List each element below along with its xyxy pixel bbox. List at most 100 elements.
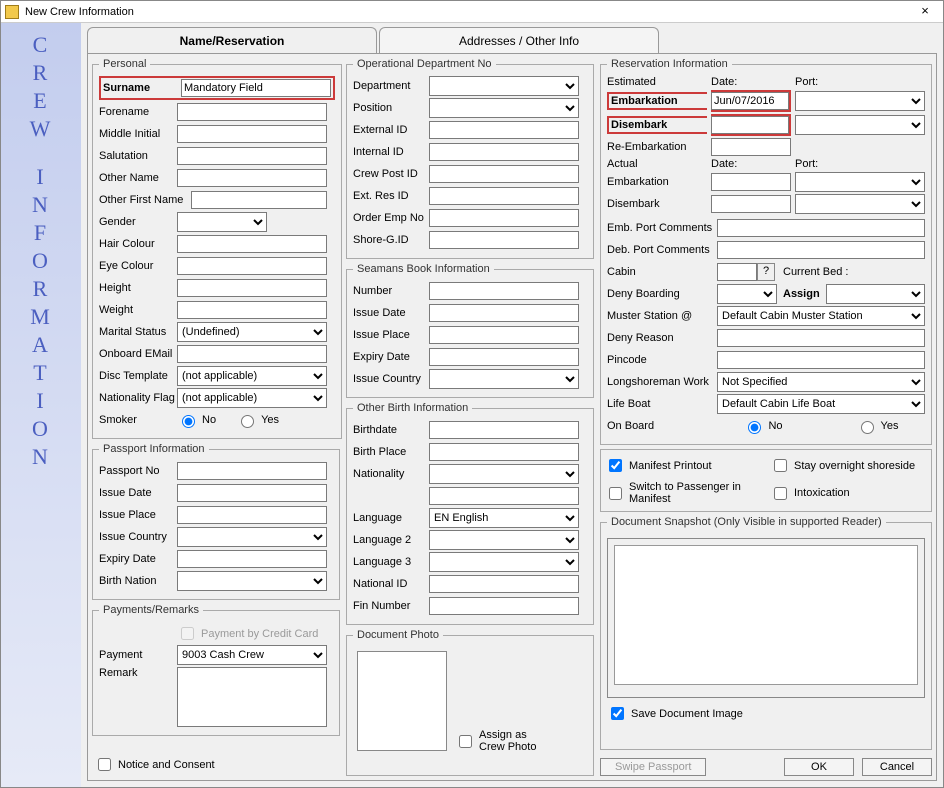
emb-date-input[interactable]: [711, 92, 789, 110]
sexp-input[interactable]: [429, 348, 579, 366]
dis-date-input[interactable]: [711, 116, 789, 134]
close-button[interactable]: ×: [911, 3, 939, 21]
height-input[interactable]: [177, 279, 327, 297]
manifest-check[interactable]: [609, 459, 622, 472]
onboard-yes-radio[interactable]: [861, 421, 874, 434]
dept-select[interactable]: [429, 76, 579, 96]
surname-input[interactable]: [181, 79, 331, 97]
pissdate-input[interactable]: [177, 484, 327, 502]
adis-date-input[interactable]: [711, 195, 791, 213]
emb-port-select[interactable]: [795, 91, 925, 111]
passportno-input[interactable]: [177, 462, 327, 480]
crewpost-label: Crew Post ID: [353, 168, 429, 180]
eye-input[interactable]: [177, 257, 327, 275]
tab-addresses[interactable]: Addresses / Other Info: [379, 27, 659, 53]
bplace-input[interactable]: [429, 443, 579, 461]
intid-input[interactable]: [429, 143, 579, 161]
pissplace-input[interactable]: [177, 506, 327, 524]
longshore-select[interactable]: Not Specified: [717, 372, 925, 392]
nat-select[interactable]: [429, 464, 579, 484]
cancel-button[interactable]: Cancel: [862, 758, 932, 776]
lang3-select[interactable]: [429, 552, 579, 572]
reemb-input[interactable]: [711, 138, 791, 156]
extres-input[interactable]: [429, 187, 579, 205]
sissplace-input[interactable]: [429, 326, 579, 344]
smoker-no-radio[interactable]: [182, 415, 195, 428]
savedoc-check[interactable]: [611, 707, 624, 720]
stayov-check[interactable]: [774, 459, 787, 472]
onboard-yes[interactable]: Yes: [856, 418, 899, 434]
salutation-input[interactable]: [177, 147, 327, 165]
pbirth-select[interactable]: [177, 571, 327, 591]
assign-photo-check[interactable]: [459, 735, 472, 748]
otherfirst-input[interactable]: [191, 191, 327, 209]
crewpost-input[interactable]: [429, 165, 579, 183]
snum-input[interactable]: [429, 282, 579, 300]
lang-select[interactable]: EN English: [429, 508, 579, 528]
payment-select[interactable]: 9003 Cash Crew: [177, 645, 327, 665]
denyreason-input[interactable]: [717, 329, 925, 347]
shoreg-input[interactable]: [429, 231, 579, 249]
lifeboat-select[interactable]: Default Cabin Life Boat: [717, 394, 925, 414]
cabin-input[interactable]: [717, 263, 757, 281]
extid-input[interactable]: [429, 121, 579, 139]
othername-input[interactable]: [177, 169, 327, 187]
sidebar-letter: T: [33, 360, 48, 386]
onboard-no-radio[interactable]: [748, 421, 761, 434]
cabin-help-button[interactable]: ?: [757, 263, 775, 281]
remark-textarea[interactable]: [177, 667, 327, 727]
marital-select[interactable]: (Undefined): [177, 322, 327, 342]
disc-select[interactable]: (not applicable): [177, 366, 327, 386]
muster-select[interactable]: Default Cabin Muster Station: [717, 306, 925, 326]
onboard-no[interactable]: No: [743, 418, 782, 434]
switch-check[interactable]: [609, 487, 622, 500]
sissdate-input[interactable]: [429, 304, 579, 322]
smoker-radios: No Yes: [177, 412, 279, 428]
email-input[interactable]: [177, 345, 327, 363]
gender-select[interactable]: [177, 212, 267, 232]
lang2-select[interactable]: [429, 530, 579, 550]
smoker-yes[interactable]: Yes: [236, 412, 279, 428]
opdept-group: Operational Department No Department Pos…: [346, 58, 594, 259]
fin-input[interactable]: [429, 597, 579, 615]
adis-port-select[interactable]: [795, 194, 925, 214]
snum-label: Number: [353, 285, 429, 297]
middle-input[interactable]: [177, 125, 327, 143]
hair-input[interactable]: [177, 235, 327, 253]
swipe-button[interactable]: Swipe Passport: [600, 758, 706, 776]
pin-input[interactable]: [717, 351, 925, 369]
forename-input[interactable]: [177, 103, 327, 121]
orderemp-input[interactable]: [429, 209, 579, 227]
ok-button[interactable]: OK: [784, 758, 854, 776]
dis-port-select[interactable]: [795, 115, 925, 135]
pisscountry-select[interactable]: [177, 527, 327, 547]
deny-select[interactable]: [717, 284, 777, 304]
photo-box[interactable]: [357, 651, 447, 751]
natflag-select[interactable]: (not applicable): [177, 388, 327, 408]
gender-label: Gender: [99, 216, 177, 228]
debcom-input[interactable]: [717, 241, 925, 259]
pos-select[interactable]: [429, 98, 579, 118]
sisscountry-select[interactable]: [429, 369, 579, 389]
natid-input[interactable]: [429, 575, 579, 593]
smoker-yes-radio[interactable]: [241, 415, 254, 428]
docphoto-legend: Document Photo: [353, 629, 443, 641]
lifeboat-label: Life Boat: [607, 398, 717, 410]
intox-check[interactable]: [774, 487, 787, 500]
assign-select[interactable]: [826, 284, 925, 304]
sidebar-letter: I: [36, 164, 45, 190]
port-header: Port:: [795, 76, 925, 88]
aemb-date-input[interactable]: [711, 173, 791, 191]
weight-input[interactable]: [177, 301, 327, 319]
notice-check[interactable]: [98, 758, 111, 771]
pexp-input[interactable]: [177, 550, 327, 568]
sissdate-label: Issue Date: [353, 307, 429, 319]
bdate-input[interactable]: [429, 421, 579, 439]
nat-extra-input[interactable]: [429, 487, 579, 505]
payments-legend: Payments/Remarks: [99, 604, 203, 616]
embcom-input[interactable]: [717, 219, 925, 237]
tab-name-reservation[interactable]: Name/Reservation: [87, 27, 377, 53]
aemb-port-select[interactable]: [795, 172, 925, 192]
cabin-label: Cabin: [607, 266, 717, 278]
smoker-no[interactable]: No: [177, 412, 216, 428]
